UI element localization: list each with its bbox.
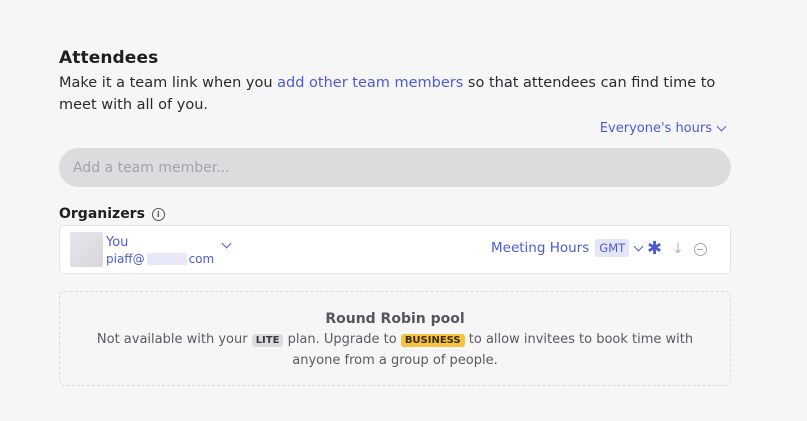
pool-text-1: Not available with your — [96, 332, 252, 347]
round-robin-pool: Round Robin pool Not available with your… — [59, 291, 731, 386]
organizer-row: You piaff@ com Meeting Hours GMT ✱ ↓ — [59, 225, 731, 274]
section-description: Make it a team link when you add other t… — [59, 72, 739, 116]
organizer-name: You — [106, 235, 129, 250]
pool-text-2: plan. Upgrade to — [283, 332, 401, 347]
organizer-actions: ✱ ↓ — [647, 240, 707, 258]
add-team-member-input[interactable] — [59, 148, 731, 187]
everyones-hours-dropdown[interactable]: Everyone's hours — [599, 121, 727, 136]
meeting-hours-label: Meeting Hours — [491, 240, 590, 256]
organizer-email: piaff@ com — [106, 252, 214, 266]
asterisk-icon[interactable]: ✱ — [647, 240, 662, 258]
add-team-members-link[interactable]: add other team members — [277, 75, 463, 91]
chevron-down-icon — [716, 121, 727, 132]
organizers-label: Organizers — [59, 206, 145, 222]
organizers-heading: Organizers i — [59, 206, 165, 222]
everyones-hours-label: Everyone's hours — [599, 121, 712, 136]
remove-icon[interactable] — [693, 243, 707, 256]
section-title: Attendees — [59, 48, 159, 68]
avatar — [70, 232, 103, 267]
chevron-down-icon — [633, 241, 644, 251]
email-start: piaff@ — [106, 252, 145, 266]
lite-plan-badge: LITE — [251, 334, 284, 347]
organizer-chevron-down-icon[interactable] — [221, 238, 232, 249]
desc-text-1: Make it a team link when you — [59, 75, 278, 91]
email-end: com — [188, 252, 215, 266]
pool-title: Round Robin pool — [325, 311, 465, 327]
business-plan-badge: BUSINESS — [400, 334, 465, 347]
meeting-hours-dropdown[interactable]: Meeting Hours GMT — [491, 239, 644, 257]
info-icon[interactable]: i — [151, 207, 165, 221]
pool-description: Not available with your LITE plan. Upgra… — [75, 330, 715, 371]
arrow-down-icon[interactable]: ↓ — [672, 240, 684, 258]
email-redaction — [146, 253, 187, 265]
timezone-badge: GMT — [595, 239, 630, 257]
